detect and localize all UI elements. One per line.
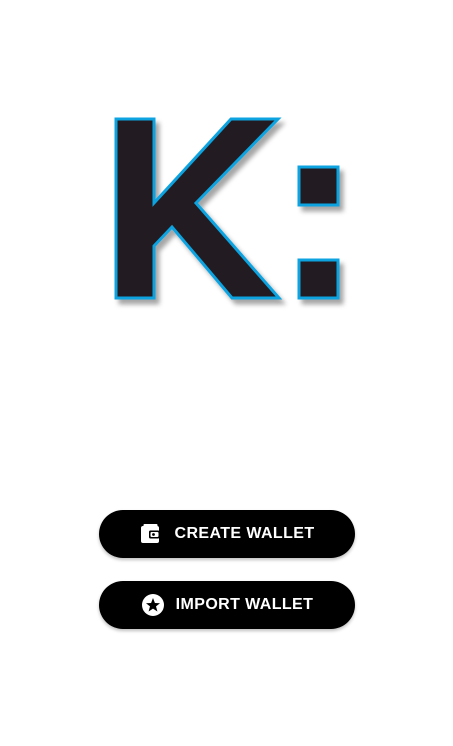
logo-colon-top: [297, 165, 340, 207]
logo-colon-bottom: [297, 258, 340, 300]
create-wallet-label: CREATE WALLET: [174, 525, 315, 542]
logo-letter-k: [114, 117, 283, 300]
star-circle-icon: [141, 593, 165, 617]
import-wallet-button[interactable]: IMPORT WALLET: [99, 581, 355, 629]
app-logo: [105, 110, 355, 315]
import-wallet-label: IMPORT WALLET: [175, 596, 314, 613]
create-wallet-button[interactable]: CREATE WALLET: [99, 510, 355, 558]
wallet-icon: [139, 522, 163, 546]
